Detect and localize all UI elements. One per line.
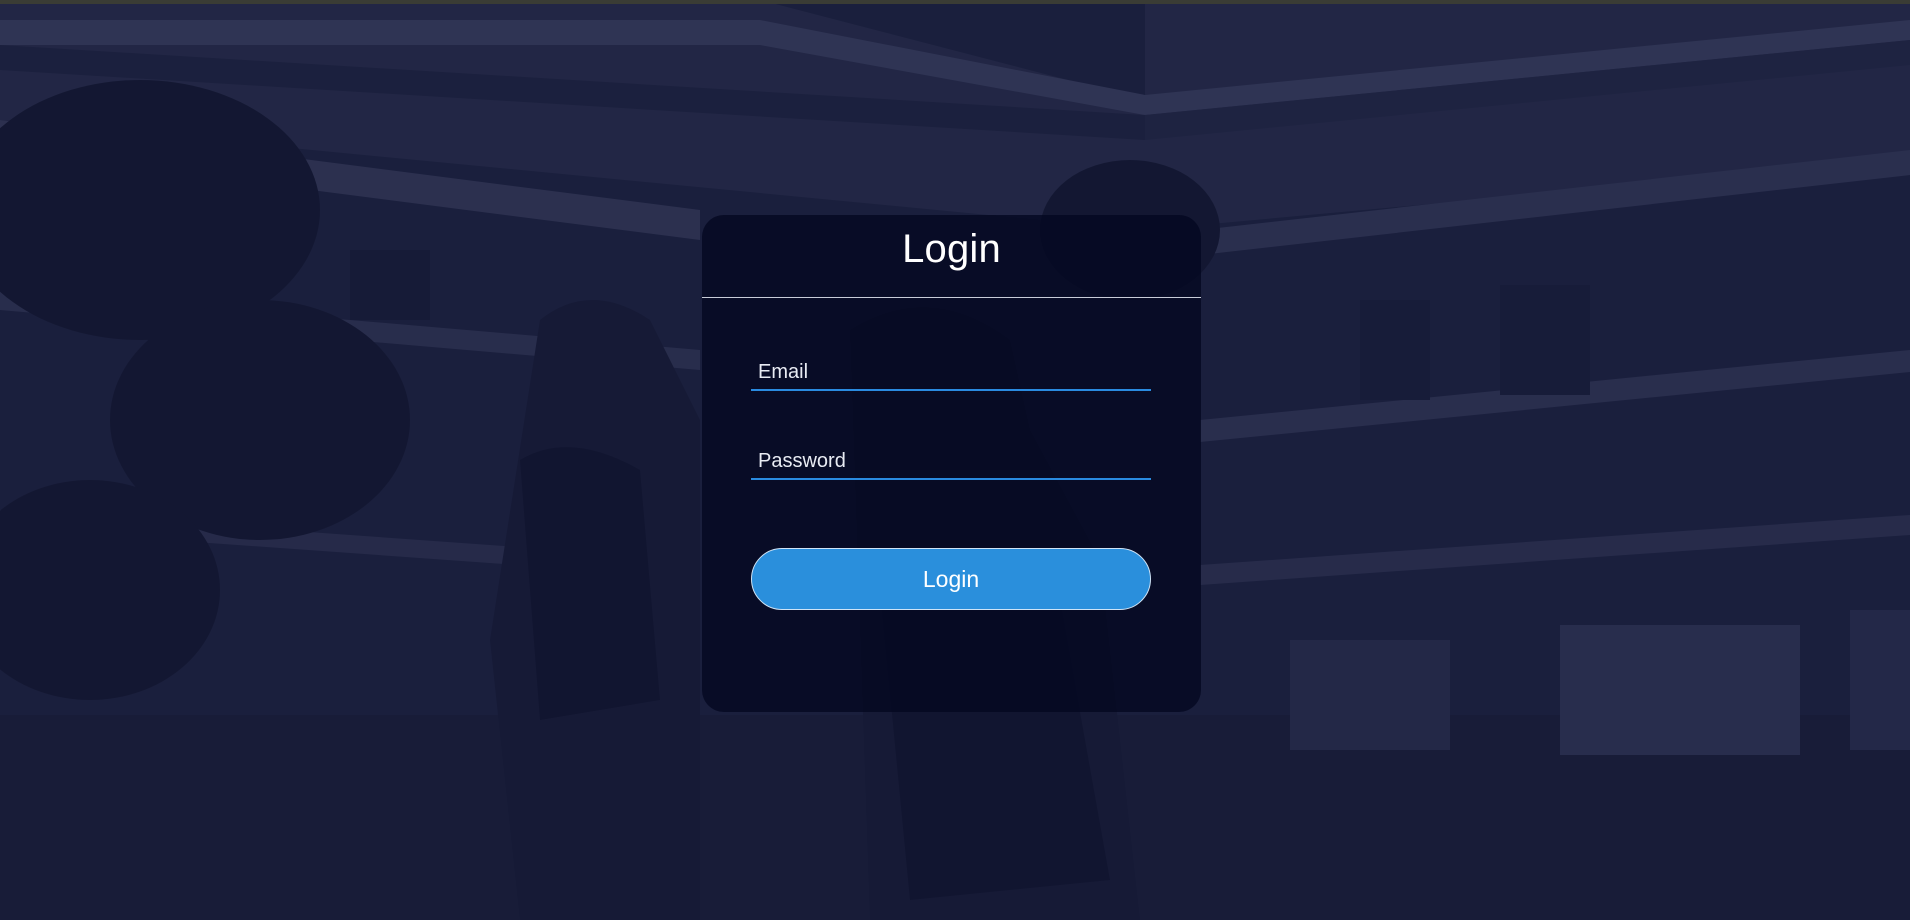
password-field[interactable]: Password [751, 434, 1151, 480]
login-title: Login [902, 227, 1001, 271]
login-button[interactable]: Login [751, 548, 1151, 610]
email-field[interactable]: Email [751, 345, 1151, 391]
login-page: Login Email Password Login [0, 0, 1910, 920]
title-divider [702, 297, 1201, 298]
password-placeholder: Password [758, 450, 846, 472]
login-card: Login Email Password Login [702, 215, 1201, 712]
top-strip [0, 0, 1910, 4]
email-placeholder: Email [758, 361, 809, 383]
